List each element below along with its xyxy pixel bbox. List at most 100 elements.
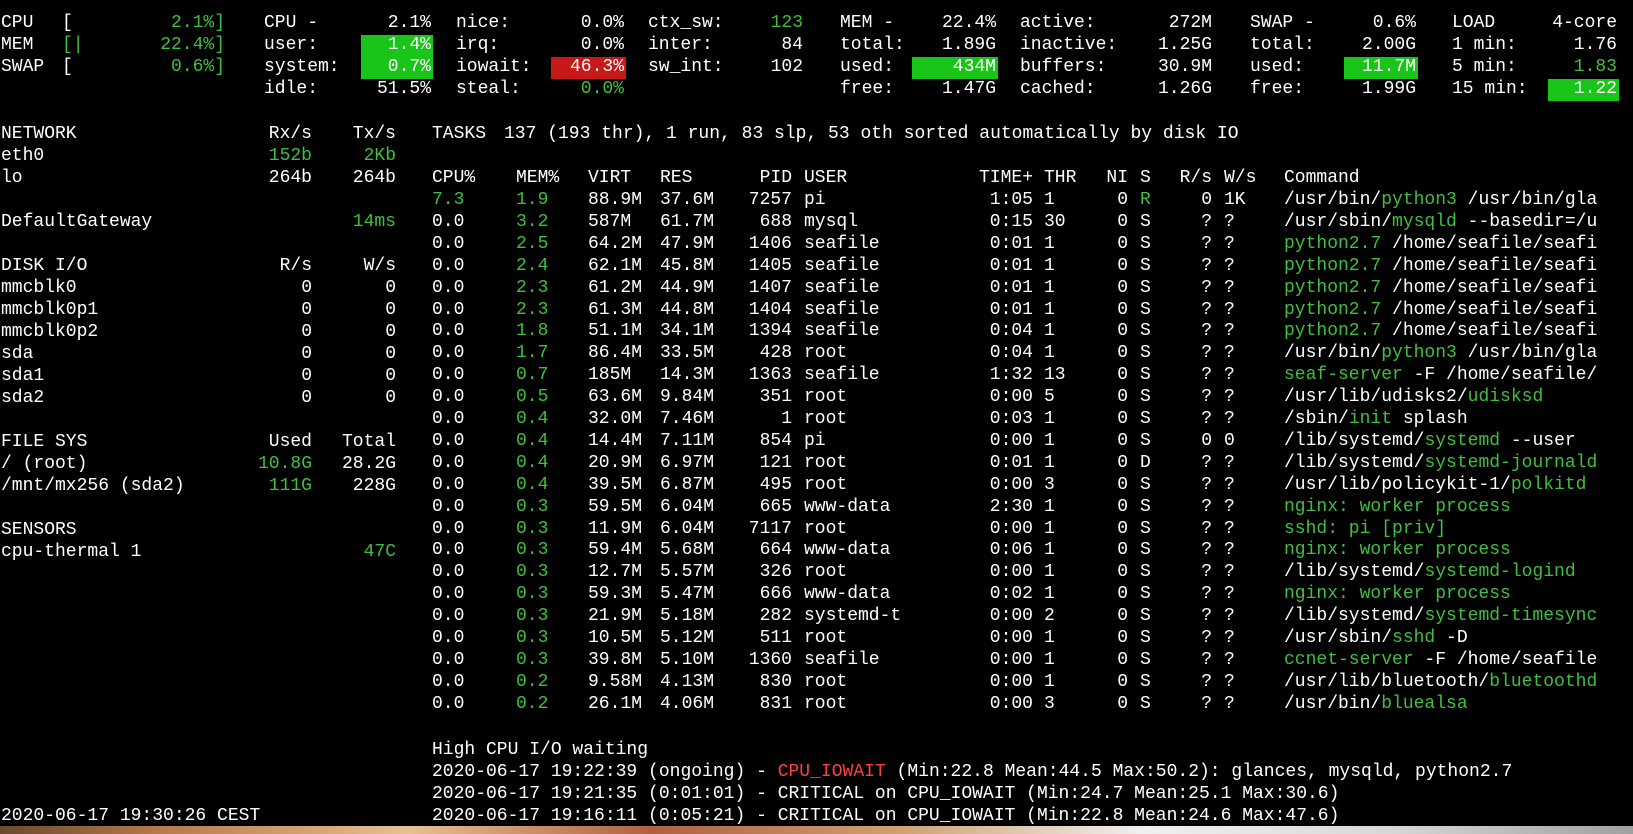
process-time: 0:00 <box>989 649 1033 670</box>
process-nice: 0 <box>1117 430 1128 451</box>
process-command[interactable]: /sbin/init splash <box>1284 409 1468 431</box>
process-nice: 0 <box>1117 649 1128 670</box>
col-header-user[interactable]: USER <box>804 168 847 190</box>
process-command[interactable]: nginx: worker process <box>1284 584 1511 606</box>
col-header-command[interactable]: Command <box>1284 168 1360 190</box>
process-virt: 63.6M <box>588 387 643 408</box>
network-interface-name: lo <box>1 168 23 188</box>
process-command[interactable]: /lib/systemd/systemd-timesync <box>1284 606 1597 628</box>
process-command[interactable]: /usr/lib/policykit-1/polkitd <box>1284 475 1586 497</box>
process-command-name: nginx: worker process <box>1284 540 1511 561</box>
disk-device-write: 0 <box>385 300 396 320</box>
process-res: 47.9M <box>660 233 715 254</box>
process-write-rate: ? <box>1224 518 1235 539</box>
col-header-ni[interactable]: NI <box>1090 168 1128 190</box>
col-header-mem[interactable]: MEM% <box>516 168 559 190</box>
process-pid: 7117 <box>748 518 792 539</box>
process-threads: 3 <box>1044 474 1055 495</box>
process-time: 0:06 <box>989 540 1033 561</box>
process-command[interactable]: /usr/lib/udisks2/udisksd <box>1284 387 1543 409</box>
process-read-rate: ? <box>1201 474 1212 495</box>
process-threads: 1 <box>1044 343 1055 364</box>
process-command[interactable]: python2.7 /home/seafile/seafi <box>1284 234 1597 256</box>
col-header-write-rate[interactable]: W/s <box>1224 168 1256 190</box>
process-command[interactable]: /usr/bin/python3 /usr/bin/gla <box>1284 190 1597 212</box>
alert-detail: (Min:24.7 Mean:25.1 Max:30.6) <box>1026 784 1340 804</box>
process-mem: 0.4 <box>516 409 549 429</box>
swap-used-value: 11.7M <box>1361 57 1416 77</box>
process-threads: 1 <box>1044 671 1055 692</box>
process-pid: 351 <box>759 387 792 408</box>
process-time: 0:04 <box>989 343 1033 364</box>
process-command[interactable]: /usr/bin/bluealsa <box>1284 694 1468 716</box>
col-header-time[interactable]: TIME+ <box>960 168 1033 190</box>
process-command[interactable]: nginx: worker process <box>1284 497 1511 519</box>
filesys-mount-name: /mnt/mx256 (sda2) <box>1 476 185 496</box>
col-header-pid[interactable]: PID <box>730 168 792 190</box>
process-command[interactable]: python2.7 /home/seafile/seafi <box>1284 300 1597 322</box>
quicklook-swap-percent: 0.6%] <box>170 57 225 77</box>
process-command[interactable]: /usr/sbin/mysqld --basedir=/u <box>1284 212 1597 234</box>
col-header-thr[interactable]: THR <box>1044 168 1076 190</box>
process-command[interactable]: /usr/lib/bluetooth/bluetoothd <box>1284 672 1597 694</box>
process-res: 6.04M <box>660 496 715 517</box>
process-command[interactable]: python2.7 /home/seafile/seafi <box>1284 321 1597 343</box>
network-rx-header: Rx/s <box>268 124 312 144</box>
process-nice: 0 <box>1117 365 1128 386</box>
process-status: S <box>1140 496 1151 517</box>
disk-device-read: 0 <box>301 300 312 320</box>
process-res: 4.13M <box>660 671 715 692</box>
process-nice: 0 <box>1117 233 1128 254</box>
process-user: seafile <box>804 255 880 276</box>
alert-duration: (0:05:21) <box>648 806 746 826</box>
process-user: pi <box>804 430 826 451</box>
load-15min-label: 15 min: <box>1452 79 1528 99</box>
process-time: 0:02 <box>989 584 1033 605</box>
process-command-name: polkitd <box>1510 474 1587 495</box>
process-write-rate: ? <box>1224 671 1235 692</box>
process-user: root <box>804 562 848 583</box>
process-status: S <box>1140 671 1151 692</box>
col-header-status[interactable]: S <box>1140 168 1151 190</box>
process-command[interactable]: /lib/systemd/systemd-journald <box>1284 453 1597 475</box>
mem-inactive-value: 1.25G <box>1157 35 1212 55</box>
process-user: seafile <box>804 649 880 670</box>
process-command-args: /home/seafile/seafi <box>1381 277 1598 298</box>
process-command[interactable]: /lib/systemd/systemd --user <box>1284 431 1576 453</box>
process-command[interactable]: ccnet-server -F /home/seafile <box>1284 650 1597 672</box>
process-mem: 0.3 <box>516 540 549 561</box>
quicklook-swap-label: SWAP <box>1 57 45 77</box>
process-write-rate: 1K <box>1224 190 1246 210</box>
process-command[interactable]: python2.7 /home/seafile/seafi <box>1284 256 1597 278</box>
process-command[interactable]: python2.7 /home/seafile/seafi <box>1284 278 1597 300</box>
process-user: root <box>804 693 848 714</box>
process-nice: 0 <box>1117 540 1128 561</box>
process-nice: 0 <box>1117 299 1128 320</box>
col-header-virt[interactable]: VIRT <box>588 168 631 190</box>
cpu-irq-value: 0.0% <box>580 35 624 55</box>
process-time: 0:01 <box>989 452 1033 473</box>
process-mem: 2.5 <box>516 233 549 254</box>
process-cpu: 0.0 <box>432 365 465 386</box>
process-threads: 1 <box>1044 540 1055 561</box>
process-command[interactable]: /lib/systemd/systemd-logind <box>1284 562 1576 584</box>
process-command-name: python3 <box>1381 343 1457 364</box>
process-time: 0:01 <box>989 255 1033 276</box>
process-read-rate: ? <box>1201 693 1212 714</box>
process-command[interactable]: /usr/sbin/sshd -D <box>1284 628 1468 650</box>
process-pid: 1404 <box>748 299 792 320</box>
process-command[interactable]: nginx: worker process <box>1284 540 1511 562</box>
cpu-nice-label: nice: <box>456 13 511 33</box>
process-read-rate: ? <box>1201 409 1212 429</box>
col-header-res[interactable]: RES <box>660 168 692 190</box>
process-command[interactable]: sshd: pi [priv] <box>1284 519 1446 541</box>
process-command-name: python3 <box>1381 190 1457 210</box>
process-command-args: splash <box>1392 409 1468 429</box>
process-status: S <box>1140 211 1151 232</box>
col-header-read-rate[interactable]: R/s <box>1160 168 1212 190</box>
sensors-title: SENSORS <box>1 520 77 540</box>
col-header-cpu[interactable]: CPU% <box>432 168 475 190</box>
process-res: 5.12M <box>660 628 715 648</box>
process-command[interactable]: seaf-server -F /home/seafile/ <box>1284 365 1597 387</box>
process-command[interactable]: /usr/bin/python3 /usr/bin/gla <box>1284 343 1597 365</box>
